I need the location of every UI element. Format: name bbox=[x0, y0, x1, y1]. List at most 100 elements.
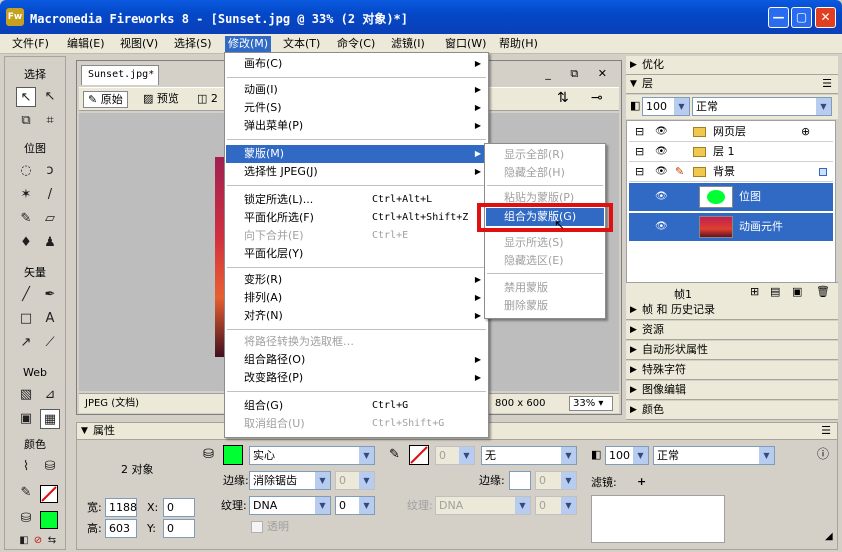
menu-item-transform[interactable]: 变形(R) ▶ bbox=[226, 271, 487, 289]
panel-image-edit-header[interactable]: ▶ 图像编辑 bbox=[626, 381, 838, 400]
stroke-color-icon[interactable]: ✎ bbox=[16, 483, 36, 503]
eraser-tool-icon[interactable]: ▱ bbox=[40, 209, 60, 229]
blur-tool-icon[interactable]: ♦ bbox=[16, 233, 36, 253]
fill-color-swatch[interactable] bbox=[40, 511, 58, 529]
pen-tool-icon[interactable]: ✒ bbox=[40, 285, 60, 305]
rectangle-tool-icon[interactable]: □ bbox=[16, 309, 36, 329]
menu-item-mask[interactable]: 蒙版(M) ▶ bbox=[226, 145, 487, 163]
menu-item-arrange[interactable]: 排列(A) ▶ bbox=[226, 289, 487, 307]
menu-edit[interactable]: 编辑(E) bbox=[64, 36, 108, 53]
delete-icon[interactable]: 🗑 bbox=[816, 285, 830, 298]
layer-row-web[interactable]: ⊟ 👁 网页层 ⊕ bbox=[629, 123, 833, 142]
panel-special-chars-header[interactable]: ▶ 特殊字符 bbox=[626, 361, 838, 380]
hotspot-tool-icon[interactable]: ▧ bbox=[16, 385, 36, 405]
add-filter-button[interactable]: + bbox=[637, 475, 646, 489]
stroke-type-select[interactable]: 无 ▼ bbox=[481, 446, 577, 465]
panel-options-icon[interactable]: ☰ bbox=[822, 75, 832, 93]
menu-item-group[interactable]: 组合(G) Ctrl+G bbox=[226, 397, 487, 415]
y-input[interactable]: 0 bbox=[163, 519, 195, 538]
document-window-controls[interactable]: _ ⧉ ✕ bbox=[545, 67, 615, 81]
menu-help[interactable]: 帮助(H) bbox=[496, 36, 541, 53]
fill-color-icon[interactable]: ⛁ bbox=[16, 509, 36, 529]
close-button[interactable]: ✕ bbox=[815, 7, 836, 28]
magic-wand-tool-icon[interactable]: ✶ bbox=[16, 185, 36, 205]
object-opacity-select[interactable]: 100 ▼ bbox=[605, 446, 649, 465]
swap-colors-icon[interactable]: ⇆ bbox=[42, 531, 62, 551]
menu-view[interactable]: 视图(V) bbox=[117, 36, 161, 53]
layer-row-1[interactable]: ⊟ 👁 层 1 bbox=[629, 143, 833, 162]
menu-file[interactable]: 文件(F) bbox=[9, 36, 52, 53]
eye-icon[interactable]: 👁 bbox=[655, 143, 668, 161]
eye-icon[interactable]: 👁 bbox=[655, 213, 668, 241]
texture-select[interactable]: DNA ▼ bbox=[249, 496, 331, 515]
menu-item-flatten-selection[interactable]: 平面化所选(F) Ctrl+Alt+Shift+Z bbox=[226, 209, 487, 227]
collapse-icon[interactable]: ⊟ bbox=[635, 123, 644, 141]
panel-optimize-header[interactable]: ▶ 优化 bbox=[626, 56, 838, 75]
eye-icon[interactable]: 👁 bbox=[655, 183, 668, 211]
panel-autoshape-header[interactable]: ▶ 自动形状属性 bbox=[626, 341, 838, 360]
crop-tool-icon[interactable]: ⌗ bbox=[40, 111, 60, 131]
width-input[interactable]: 1188 bbox=[105, 498, 137, 517]
stroke-edge-box[interactable] bbox=[509, 471, 531, 490]
collapse-icon[interactable]: ⊟ bbox=[635, 163, 644, 181]
filters-list[interactable] bbox=[591, 495, 725, 543]
marquee-tool-icon[interactable]: ◌ bbox=[16, 161, 36, 181]
help-icon[interactable]: ⓘ bbox=[817, 445, 829, 462]
height-input[interactable]: 603 bbox=[105, 519, 137, 538]
menu-modify[interactable]: 修改(M) bbox=[225, 36, 272, 53]
transparent-checkbox[interactable] bbox=[251, 521, 263, 533]
menu-filters[interactable]: 滤镜(I) bbox=[388, 36, 428, 53]
collapse-icon[interactable]: ⊟ bbox=[635, 143, 644, 161]
new-layer-icon[interactable]: ⊞ bbox=[750, 285, 759, 298]
text-tool-icon[interactable]: A bbox=[40, 309, 60, 329]
eyedropper-tool-icon[interactable]: ⌇ bbox=[16, 457, 36, 477]
tab-original[interactable]: ✎ 原始 bbox=[83, 91, 128, 108]
menu-item-animation[interactable]: 动画(I) ▶ bbox=[226, 81, 487, 99]
stroke-color-swatch[interactable] bbox=[40, 485, 58, 503]
object-row-animation[interactable]: 👁 动画元件 bbox=[629, 213, 833, 242]
panel-frames-header[interactable]: ▶ 帧 和 历史记录 bbox=[626, 301, 838, 320]
menu-item-flatten-layers[interactable]: 平面化层(Y) bbox=[226, 245, 487, 263]
panel-options-icon[interactable]: ☰ bbox=[821, 423, 831, 439]
layer-row-background[interactable]: ⊟ 👁 ✎ 背景 bbox=[629, 163, 833, 182]
menu-text[interactable]: 文本(T) bbox=[280, 36, 323, 53]
menu-item-popup-menu[interactable]: 弹出菜单(P) ▶ bbox=[226, 117, 487, 135]
rubber-stamp-tool-icon[interactable]: ♟ bbox=[40, 233, 60, 253]
pointer-tool-icon[interactable]: ↖ bbox=[16, 87, 36, 107]
edge-select[interactable]: 消除锯齿 ▼ bbox=[249, 471, 331, 490]
tab-preview[interactable]: ▨ 预览 bbox=[139, 91, 183, 108]
zoom-select[interactable]: 33% ▾ bbox=[569, 396, 613, 411]
object-row-bitmap[interactable]: 👁 位图 bbox=[629, 183, 833, 212]
menu-item-symbol[interactable]: 元件(S) ▶ bbox=[226, 99, 487, 117]
eye-icon[interactable]: 👁 bbox=[655, 123, 668, 141]
quick-export-icon[interactable]: ⊸ bbox=[587, 91, 607, 108]
layer-blend-select[interactable]: 正常 ▼ bbox=[692, 97, 832, 116]
menu-item-alter-path[interactable]: 改变路径(P) ▶ bbox=[226, 369, 487, 387]
fill-color-swatch[interactable] bbox=[223, 445, 243, 465]
show-slices-icon[interactable]: ▦ bbox=[40, 409, 60, 429]
tab-2-up[interactable]: ◫ 2 bbox=[193, 91, 222, 108]
maximize-button[interactable]: ▢ bbox=[791, 7, 812, 28]
add-mask-icon[interactable]: ▣ bbox=[792, 285, 802, 298]
resize-corner-icon[interactable]: ◢ bbox=[825, 531, 833, 542]
object-blend-select[interactable]: 正常 ▼ bbox=[653, 446, 775, 465]
layer-opacity-select[interactable]: 100 ▼ bbox=[642, 97, 690, 116]
menu-item-lock-selection[interactable]: 锁定所选(L)... Ctrl+Alt+L bbox=[226, 191, 487, 209]
minimize-button[interactable]: — bbox=[768, 7, 789, 28]
panel-layers-header[interactable]: ▼ 层 ☰ bbox=[626, 75, 838, 94]
hide-slices-icon[interactable]: ▣ bbox=[16, 409, 36, 429]
fill-type-select[interactable]: 实心 ▼ bbox=[249, 446, 375, 465]
slice-tool-icon[interactable]: ⊿ bbox=[40, 385, 60, 405]
scale-tool-icon[interactable]: ⧉ bbox=[16, 111, 36, 131]
menu-item-combine-paths[interactable]: 组合路径(O) ▶ bbox=[226, 351, 487, 369]
menu-item-align[interactable]: 对齐(N) ▶ bbox=[226, 307, 487, 325]
lasso-tool-icon[interactable]: ↄ bbox=[40, 161, 60, 181]
knife-tool-icon[interactable]: ⟋ bbox=[40, 333, 60, 353]
menu-select[interactable]: 选择(S) bbox=[171, 36, 215, 53]
stroke-color-swatch[interactable] bbox=[409, 445, 429, 465]
new-bitmap-icon[interactable]: ▤ bbox=[770, 285, 780, 298]
line-tool-icon[interactable]: ╱ bbox=[16, 285, 36, 305]
menu-commands[interactable]: 命令(C) bbox=[334, 36, 378, 53]
frame-export-icon[interactable]: ⇅ bbox=[553, 91, 573, 108]
brush-tool-icon[interactable]: / bbox=[40, 185, 60, 205]
